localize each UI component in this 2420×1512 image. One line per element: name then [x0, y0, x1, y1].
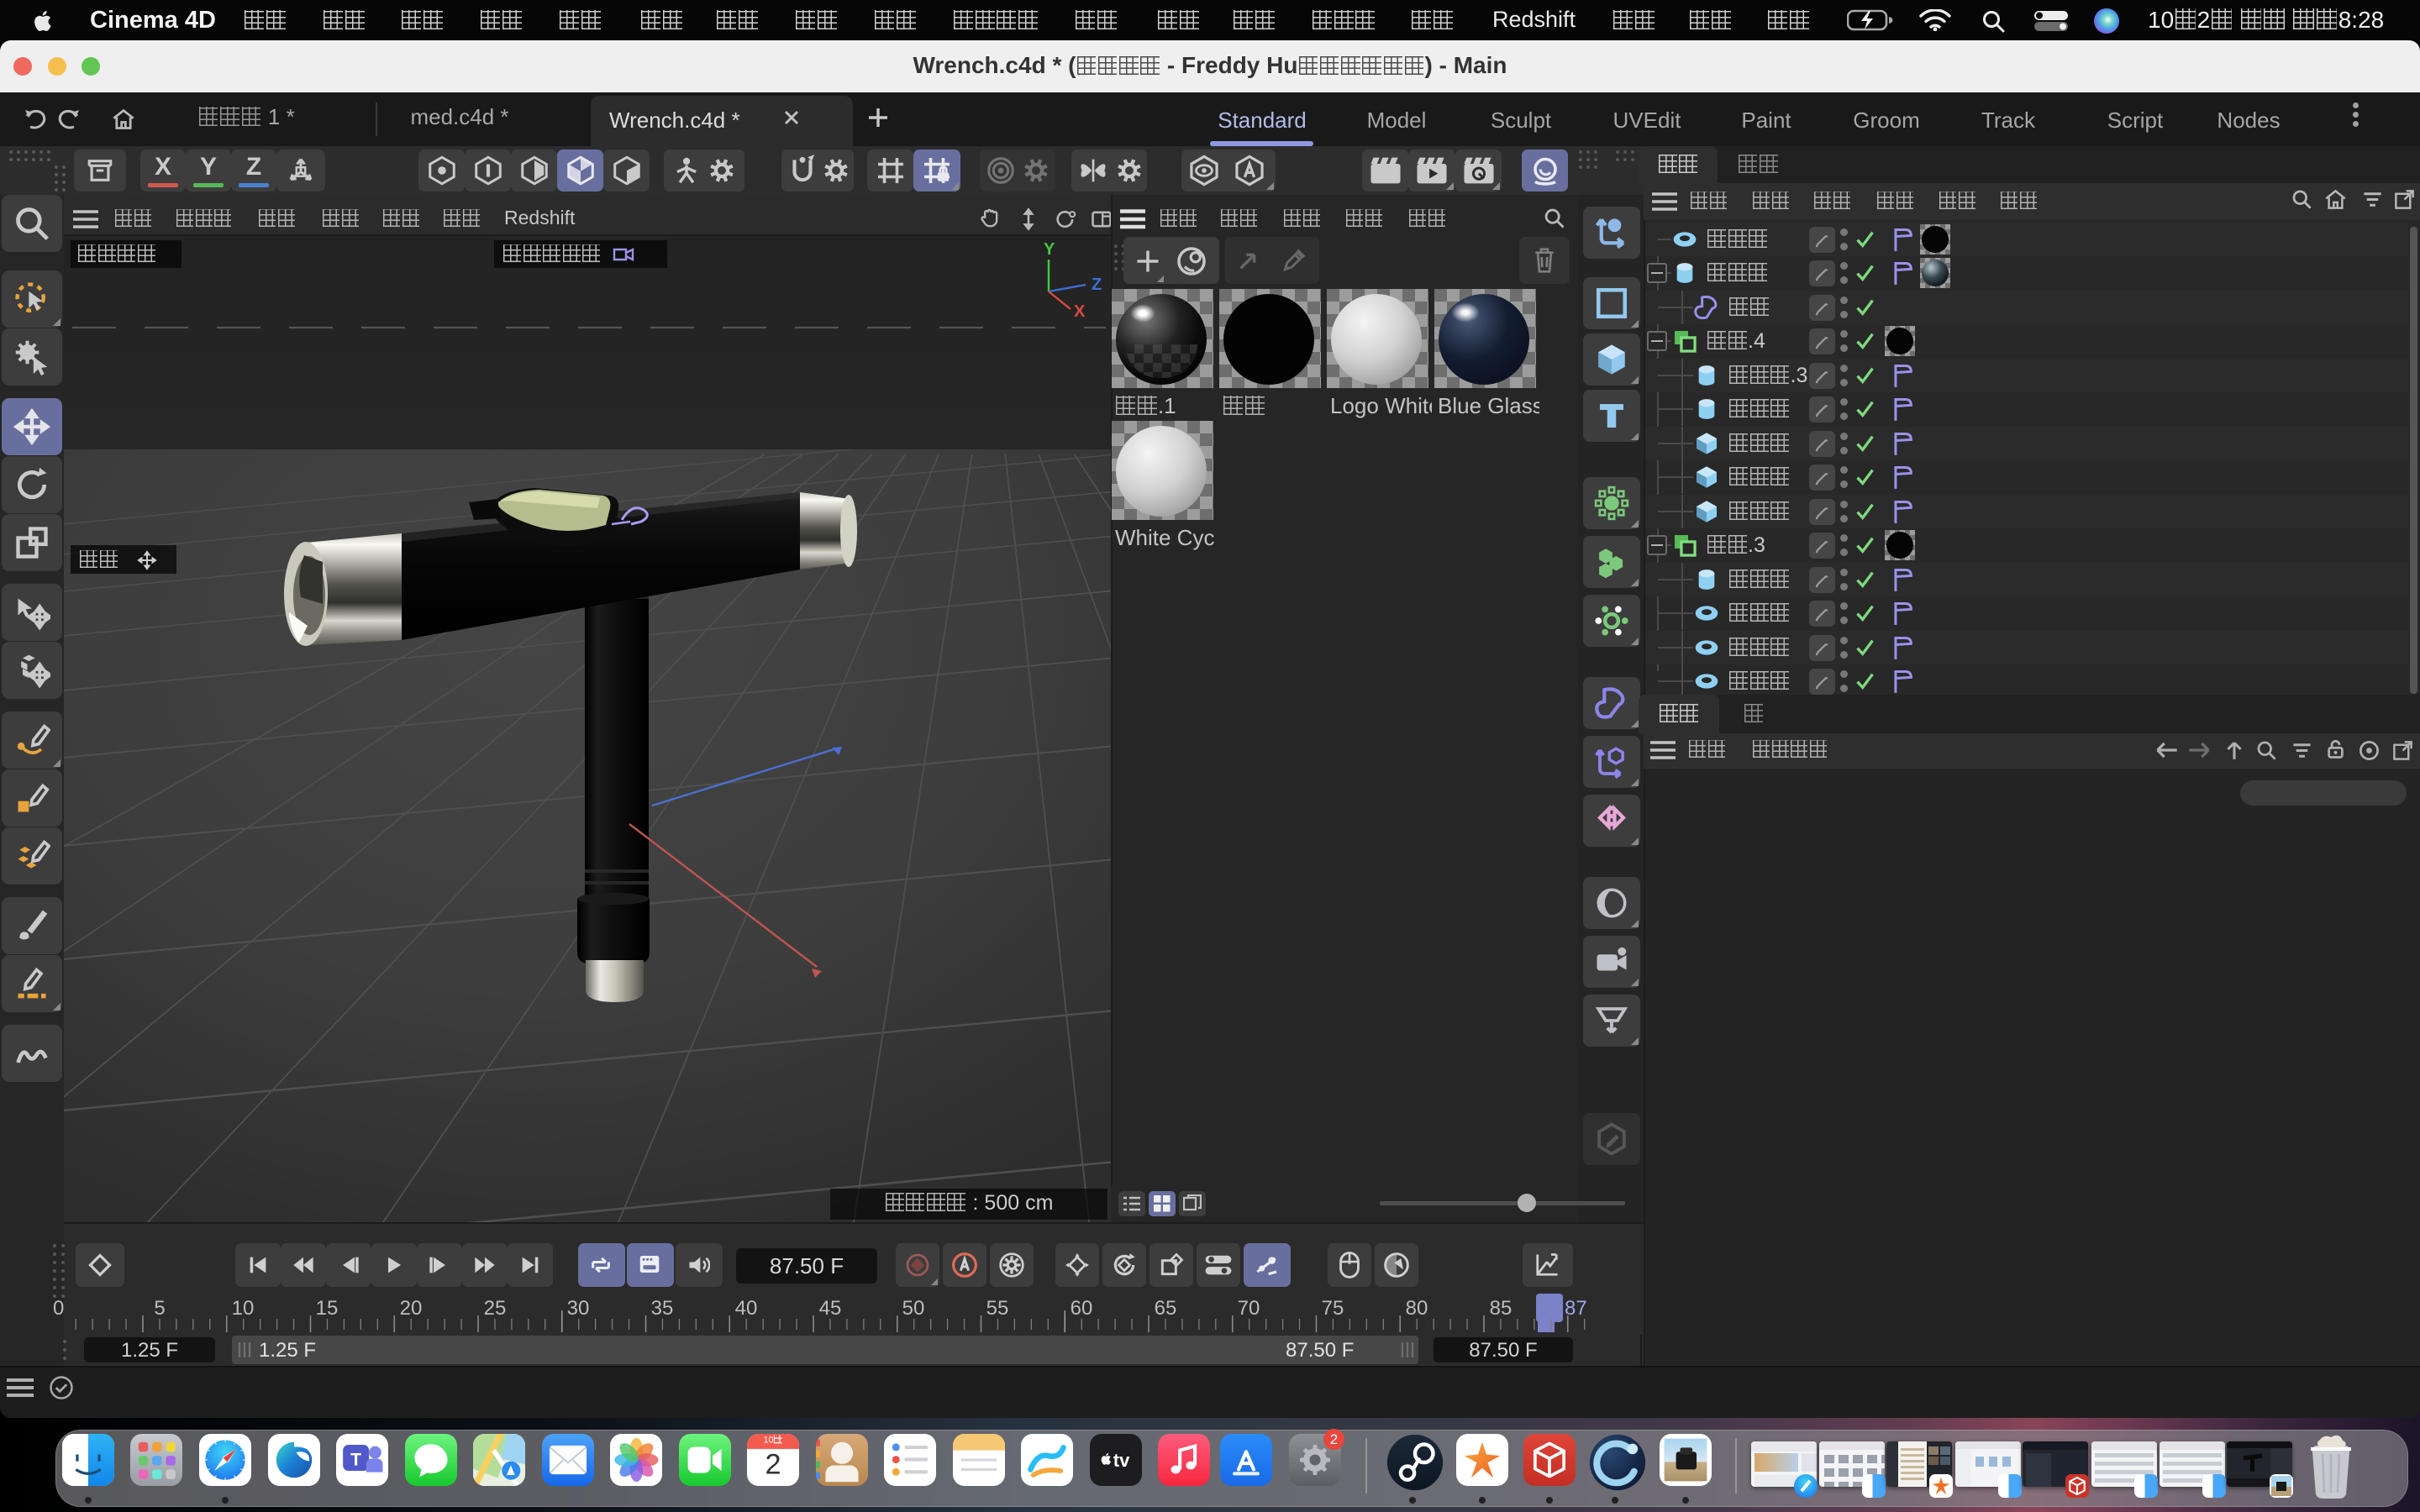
svg-text:X: X: [1074, 302, 1086, 317]
svg-text:Y: Y: [1044, 240, 1055, 259]
svg-text:Z: Z: [1092, 276, 1102, 294]
